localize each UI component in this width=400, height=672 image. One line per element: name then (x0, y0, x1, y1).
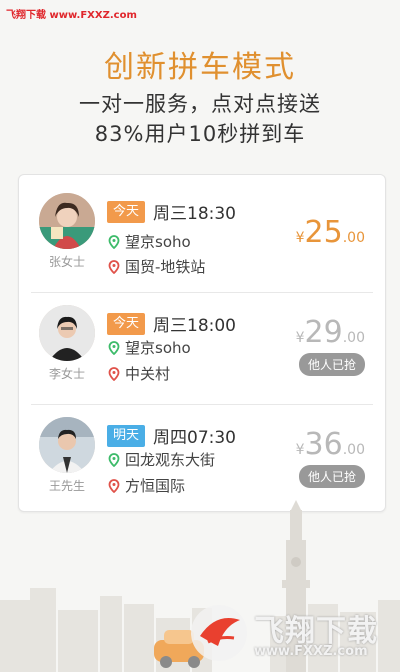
dropoff-text: 国贸-地铁站 (125, 258, 206, 276)
price-integer: 36 (304, 427, 343, 462)
ride-time: 周三18:00 (153, 316, 236, 336)
currency-symbol: ¥ (295, 442, 305, 458)
pickup-location: 望京soho (107, 337, 191, 358)
passenger-name: 王先生 (48, 479, 85, 493)
avatar (39, 417, 95, 473)
site-watermark: 飞翔下载 www.FXXZ.com (6, 10, 137, 21)
fly-logo-icon (191, 605, 247, 661)
dropoff-location: 方恒国际 (107, 475, 185, 496)
green-location-pin-icon (108, 341, 120, 355)
taken-status-tag: 他人已抢 (298, 465, 365, 488)
taken-status-tag: 他人已抢 (298, 353, 365, 376)
price-decimal: .00 (342, 330, 365, 346)
dropoff-text: 方恒国际 (125, 477, 186, 495)
pickup-text: 望京soho (125, 339, 191, 357)
avatar (39, 193, 95, 249)
ride-price: ¥25.00 (296, 215, 365, 250)
hero-title: 创新拼车模式 (104, 50, 296, 85)
dropoff-location: 国贸-地铁站 (107, 256, 205, 277)
red-location-pin-icon (108, 367, 120, 381)
footer-watermark-logo: 飞翔下载 www.FXXZ.com (188, 596, 398, 672)
price-decimal: .00 (342, 230, 365, 246)
green-location-pin-icon (108, 235, 120, 249)
price-decimal: .00 (342, 442, 365, 458)
ride-row[interactable]: 张女士 今天 周三18:30 望京soho 国贸-地铁站 ¥25.00 (19, 181, 385, 291)
ride-time: 周四07:30 (153, 428, 236, 448)
currency-symbol: ¥ (295, 230, 305, 246)
day-badge: 今天 (107, 313, 146, 335)
pickup-location: 望京soho (107, 231, 191, 252)
dropoff-text: 中关村 (125, 365, 171, 383)
price-integer: 25 (304, 215, 343, 250)
dropoff-location: 中关村 (107, 363, 170, 384)
day-badge: 今天 (107, 201, 146, 223)
hero-tagline-2: 83%用户10秒拼到车 (94, 122, 306, 146)
pickup-location: 回龙观东大街 (107, 449, 215, 470)
hero-tagline-1: 一对一服务，点对点接送 (79, 92, 321, 116)
ride-price: ¥29.00 (296, 315, 365, 350)
ride-list-card: 张女士 今天 周三18:30 望京soho 国贸-地铁站 ¥25.00 李女士 … (18, 174, 386, 512)
red-location-pin-icon (108, 260, 120, 274)
price-integer: 29 (304, 315, 343, 350)
pickup-text: 回龙观东大街 (125, 451, 216, 469)
logo-url-text: www.FXXZ.com (254, 644, 368, 659)
passenger-name: 张女士 (48, 255, 85, 269)
red-location-pin-icon (108, 479, 120, 493)
green-location-pin-icon (108, 453, 120, 467)
ride-time: 周三18:30 (153, 204, 236, 224)
ride-row[interactable]: 李女士 今天 周三18:00 望京soho 中关村 ¥29.00 他人已抢 (19, 293, 385, 403)
day-badge: 明天 (107, 425, 146, 447)
avatar (39, 305, 95, 361)
pickup-text: 望京soho (125, 233, 191, 251)
ride-row[interactable]: 王先生 明天 周四07:30 回龙观东大街 方恒国际 ¥36.00 他人已抢 (19, 405, 385, 515)
ride-price: ¥36.00 (296, 427, 365, 462)
passenger-name: 李女士 (48, 367, 85, 381)
currency-symbol: ¥ (295, 330, 305, 346)
